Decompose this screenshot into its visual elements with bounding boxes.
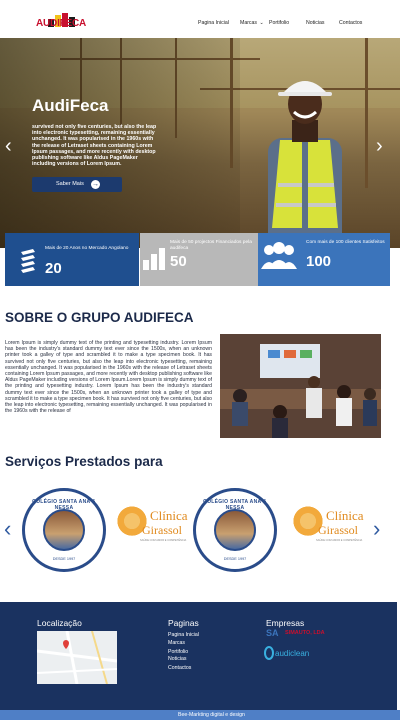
- nav-item-marcas[interactable]: Marcas ⌄: [240, 20, 264, 26]
- site-header: AUDIFECA Pagina Inicial Marcas ⌄ Portifo…: [0, 0, 400, 38]
- stat-number: 100: [306, 253, 332, 270]
- chevron-right-icon[interactable]: ›: [373, 518, 380, 540]
- nav-item-contactos[interactable]: Contactos: [339, 20, 362, 26]
- hero-description: survived not only five centuries, but al…: [32, 124, 157, 168]
- client-name-line2: Girassol: [318, 523, 358, 537]
- credit-bar: Bee-Markting digital e design: [0, 710, 400, 720]
- pages-title: Paginas: [168, 618, 199, 628]
- footer-link-contactos[interactable]: Contactos: [168, 665, 191, 671]
- location-title: Localização: [37, 618, 82, 628]
- rebar-decoration: [365, 38, 368, 188]
- stat-card-years: Mais de 20 Anos no Mercado Angolano 20: [5, 233, 139, 286]
- client-name-line1: Clínica: [326, 508, 364, 523]
- chevron-left-icon[interactable]: ‹: [5, 136, 12, 156]
- meeting-photo: [220, 334, 381, 438]
- building-icon: [21, 249, 35, 273]
- bar-chart-icon: [143, 248, 165, 270]
- saber-mais-button[interactable]: Saber Mais →: [32, 177, 122, 192]
- client-year: DESDE 1997: [223, 557, 247, 561]
- construction-worker-image: [268, 81, 342, 248]
- stat-number: 20: [45, 260, 62, 277]
- client-logo-colegio[interactable]: COLÉGIO SANTA ANA & NESSA DESDE 1997: [22, 488, 106, 572]
- client-logo-clinica[interactable]: Clínica Girassol SAÚDE COM AMOR E COMPET…: [286, 492, 368, 564]
- about-text: Lorem Ipsum is simply dummy text of the …: [5, 340, 212, 415]
- client-year: DESDE 1997: [52, 557, 76, 561]
- logo-text: AUDIFECA: [36, 18, 87, 29]
- client-tagline: SAÚDE COM AMOR E COMPETÊNCIA: [316, 539, 363, 542]
- stat-text: Mais de 50 projectos Financiados pela au…: [170, 240, 252, 251]
- sa-mark-icon: SA: [266, 628, 279, 638]
- chevron-down-icon: ⌄: [259, 20, 264, 26]
- location-map[interactable]: [37, 631, 117, 684]
- seal-emblem: [214, 509, 256, 551]
- company-name: SIMAUTO, LDA: [285, 630, 325, 636]
- client-name-line1: Clínica: [150, 508, 188, 523]
- company-name: audiclean: [275, 649, 310, 658]
- client-logo-colegio[interactable]: COLÉGIO SANTA ANA & NESSA DESDE 1997: [193, 488, 277, 572]
- map-illustration: [37, 631, 117, 684]
- credit-text[interactable]: Bee-Markting digital e design: [178, 712, 245, 718]
- stat-card-clients: Com mais de 100 clientes Satisfeitos 100: [258, 233, 390, 286]
- companies-title: Empresas: [266, 618, 305, 628]
- footer-link-marcas[interactable]: Marcas: [168, 640, 185, 646]
- site-footer: Localização Paginas Pagina Inicial Marca…: [0, 602, 397, 710]
- chevron-right-icon[interactable]: ›: [376, 136, 383, 156]
- nav-item-noticias[interactable]: Noticias: [306, 20, 324, 26]
- hero-title: AudiFeca: [32, 96, 109, 115]
- nav-item-portifolio[interactable]: Portifolio: [269, 20, 289, 26]
- stat-text: Com mais de 100 clientes Satisfeitos: [306, 240, 385, 245]
- seal-emblem: [43, 509, 85, 551]
- audifeca-logo[interactable]: AUDIFECA: [36, 13, 86, 31]
- client-name-line2: Girassol: [142, 523, 182, 537]
- about-title: SOBRE O GRUPO AUDIFECA: [5, 310, 194, 325]
- stat-card-projects: Mais de 50 projectos Financiados pela au…: [140, 233, 258, 286]
- hero-banner: AudiFeca survived not only five centurie…: [0, 38, 400, 248]
- button-label: Saber Mais: [56, 181, 84, 187]
- stat-number: 50: [170, 253, 187, 270]
- meeting-illustration: [220, 334, 381, 438]
- arrow-right-icon: →: [91, 180, 100, 189]
- footer-link-pagina-inicial[interactable]: Pagina Inicial: [168, 632, 199, 638]
- nav-item-label: Marcas: [240, 20, 258, 26]
- stat-text: Mais de 20 Anos no Mercado Angolano: [45, 246, 129, 251]
- services-title: Serviços Prestados para: [5, 454, 163, 469]
- footer-link-portifolio[interactable]: Portifolio: [168, 649, 188, 655]
- chevron-left-icon[interactable]: ‹: [4, 518, 11, 540]
- people-icon: [261, 242, 297, 269]
- nav-item-pagina-inicial[interactable]: Pagina Inicial: [198, 20, 229, 26]
- audiclean-icon: [264, 646, 274, 660]
- client-tagline: SAÚDE COM AMOR E COMPETÊNCIA: [140, 539, 187, 542]
- footer-link-noticias[interactable]: Noticias: [168, 656, 186, 662]
- client-logo-clinica[interactable]: Clínica Girassol SAÚDE COM AMOR E COMPET…: [110, 492, 192, 564]
